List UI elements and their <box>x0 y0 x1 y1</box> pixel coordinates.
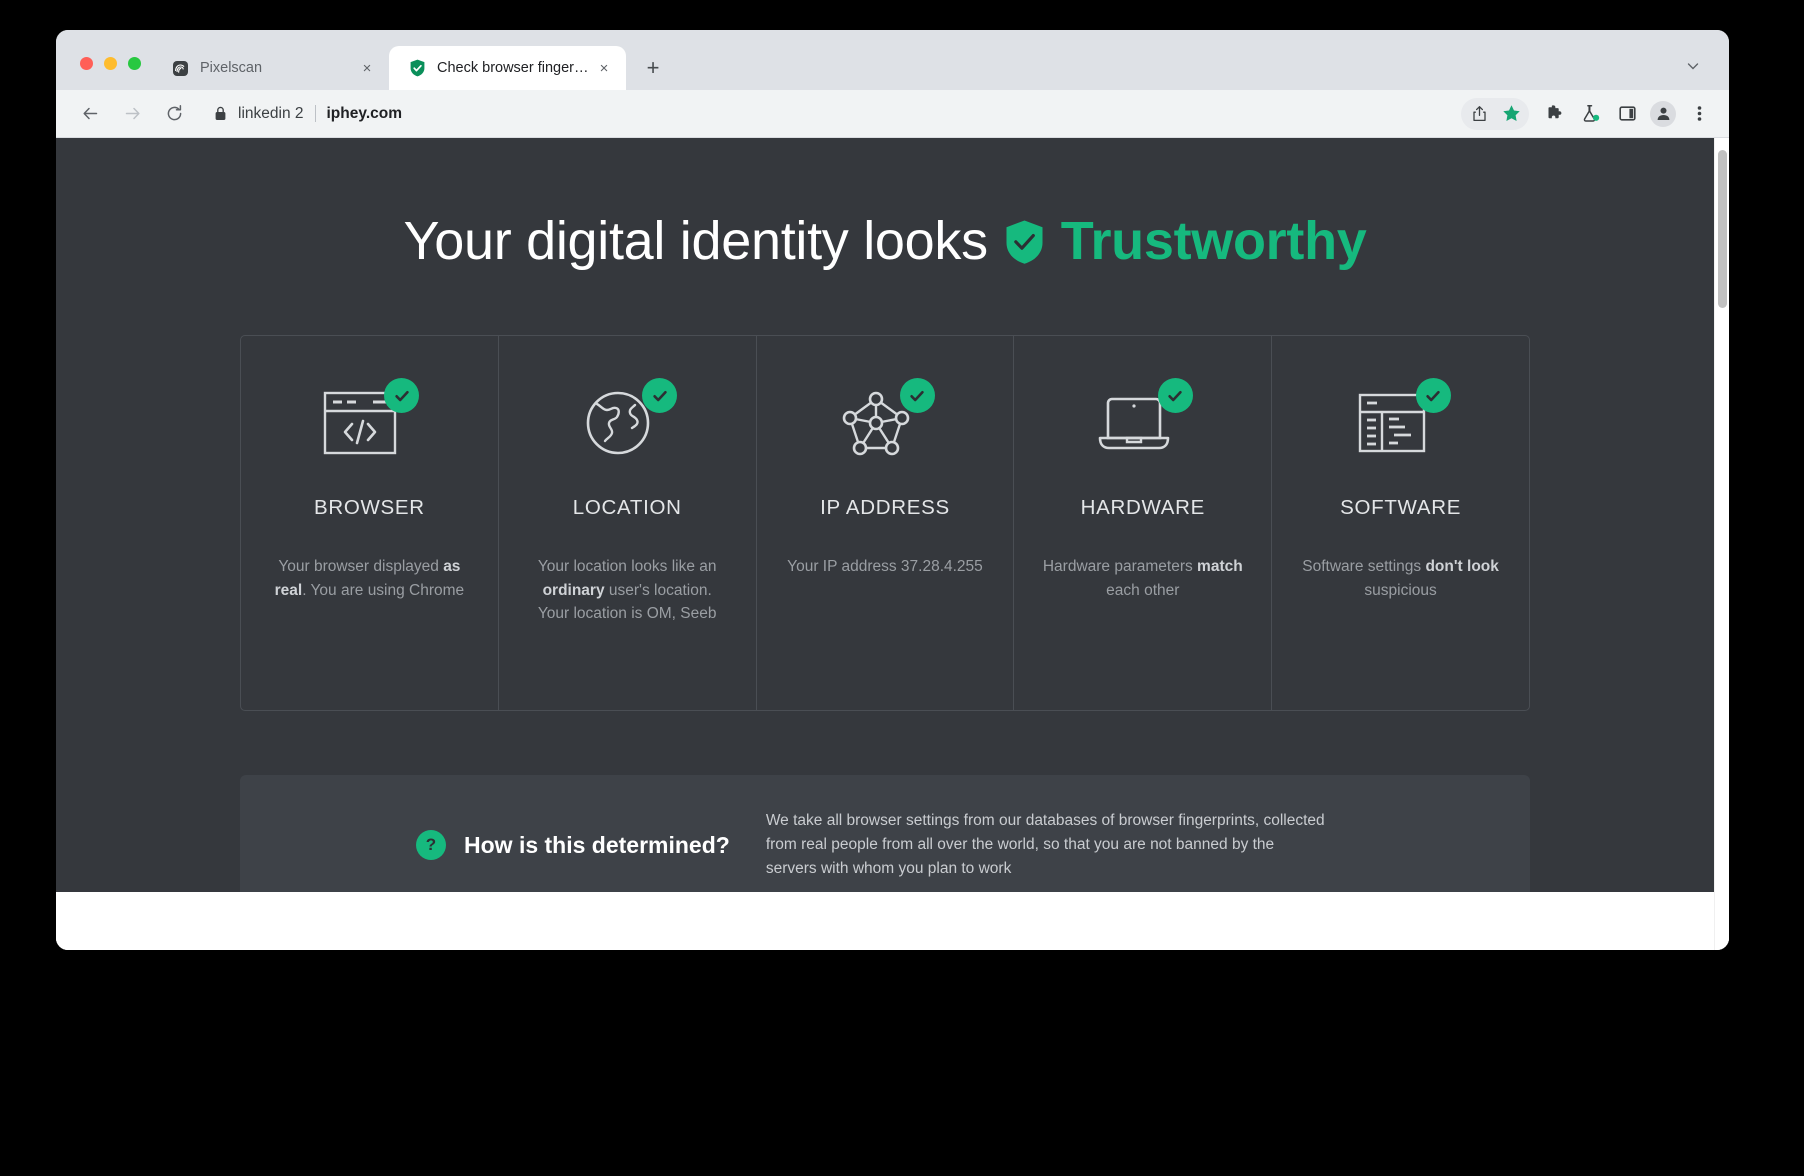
card-icon <box>579 378 678 466</box>
url-separator <box>314 105 316 122</box>
share-icon[interactable] <box>1463 98 1495 130</box>
desc-text: Software settings <box>1302 558 1426 576</box>
card-icon <box>837 378 935 466</box>
check-circle-icon <box>1415 378 1451 414</box>
check-circle-icon <box>642 378 678 414</box>
shield-check-icon <box>409 59 426 77</box>
tab-strip: Pixelscan × Check browser fingerprints ×… <box>56 30 1729 90</box>
card-description: Hardware parameters match each other <box>1043 555 1243 602</box>
question-mark-icon: ? <box>416 830 446 861</box>
card-title: BROWSER <box>313 496 425 520</box>
chevron-down-icon[interactable] <box>1683 56 1703 76</box>
card-title: HARDWARE <box>1080 496 1205 520</box>
card-software[interactable]: SOFTWARE Software settings don't look su… <box>1272 336 1529 710</box>
desc-text: Hardware parameters <box>1042 558 1198 576</box>
page-bottom-strip <box>56 892 1714 950</box>
lab-flask-icon[interactable] <box>1575 98 1607 130</box>
verdict-label: Trustworthy <box>1060 211 1367 271</box>
close-tab-button[interactable]: × <box>594 58 614 78</box>
minimize-window-button[interactable] <box>104 57 117 70</box>
card-browser[interactable]: BROWSER Your browser displayed as real. … <box>241 336 499 711</box>
back-button[interactable] <box>74 98 106 130</box>
page-title: Your digital identity looks Trustworthy <box>403 211 1367 271</box>
page-scrollbar[interactable] <box>1714 138 1729 950</box>
desc-emphasis: ordinary <box>542 581 605 599</box>
tab-list: Pixelscan × Check browser fingerprints ×… <box>152 46 670 90</box>
reload-button[interactable] <box>158 98 190 130</box>
close-tab-button[interactable]: × <box>357 58 377 78</box>
desc-emphasis: match <box>1197 558 1243 576</box>
card-description: Your IP address 37.28.4.255 <box>787 558 983 576</box>
pixelscan-icon <box>172 60 189 77</box>
check-circle-icon <box>384 378 420 414</box>
address-bar[interactable]: linkedin 2 iphey.com <box>200 99 1453 129</box>
card-title: IP ADDRESS <box>820 496 950 520</box>
side-panel-icon[interactable] <box>1611 98 1643 130</box>
card-hardware[interactable]: HARDWARE Hardware parameters match each … <box>1014 336 1273 711</box>
shield-check-icon <box>1006 220 1043 264</box>
extensions-puzzle-icon[interactable] <box>1539 98 1571 130</box>
share-bookmark-pill <box>1461 97 1529 130</box>
lock-icon <box>214 106 227 121</box>
hero-prefix: Your digital identity looks <box>403 211 989 271</box>
profile-avatar-icon[interactable] <box>1647 98 1679 130</box>
bookmark-star-icon[interactable] <box>1495 98 1527 130</box>
card-icon <box>1353 378 1451 466</box>
forward-button[interactable] <box>116 98 148 130</box>
url-host: iphey.com <box>326 104 403 122</box>
tab-check-browser-fingerprints[interactable]: Check browser fingerprints × <box>389 46 626 90</box>
card-description: Your location looks like an ordinary use… <box>527 555 727 625</box>
card-title: LOCATION <box>572 496 682 520</box>
more-menu-icon[interactable] <box>1683 98 1715 130</box>
desc-text: suspicious <box>1364 581 1437 599</box>
info-title: How is this determined? <box>464 831 730 858</box>
desc-text: . You are using Chrome <box>302 581 465 599</box>
tab-title: Pixelscan <box>200 60 263 76</box>
card-icon <box>1095 378 1193 466</box>
card-location[interactable]: LOCATION Your location looks like an ord… <box>499 336 757 711</box>
tab-title: Check browser fingerprints <box>437 60 594 76</box>
check-circle-icon <box>1157 378 1193 414</box>
browser-toolbar: linkedin 2 iphey.com <box>56 90 1729 138</box>
url-profile-label: linkedin 2 <box>238 104 304 122</box>
card-description: Software settings don't look suspicious <box>1301 555 1501 602</box>
how-determined-heading: ? How is this determined? <box>280 830 730 861</box>
browser-window: Pixelscan × Check browser fingerprints ×… <box>56 30 1729 950</box>
card-ip-address[interactable]: IP ADDRESS Your IP address 37.28.4.255 <box>757 336 1015 711</box>
scrollbar-thumb[interactable] <box>1718 150 1727 308</box>
verdict: Trustworthy <box>1004 211 1367 271</box>
desc-text: Your browser displayed <box>278 558 444 576</box>
toolbar-actions <box>1461 97 1715 130</box>
card-description: Your browser displayed as real. You are … <box>269 555 469 602</box>
tab-pixelscan[interactable]: Pixelscan × <box>152 46 389 90</box>
hero-section: Your digital identity looks Trustworthy <box>56 138 1714 271</box>
check-circle-icon <box>899 378 935 414</box>
card-title: SOFTWARE <box>1340 496 1462 520</box>
desc-emphasis: don't look <box>1425 558 1499 576</box>
desc-text: Your location looks like an <box>537 558 717 576</box>
status-card-row: BROWSER Your browser displayed as real. … <box>240 335 1530 712</box>
info-description: We take all browser settings from our da… <box>765 812 1325 878</box>
card-icon <box>321 378 420 466</box>
avatar <box>1650 100 1676 127</box>
close-window-button[interactable] <box>80 57 93 70</box>
maximize-window-button[interactable] <box>128 57 141 70</box>
page-viewport: Your digital identity looks Trustworthy <box>56 138 1729 950</box>
new-tab-button[interactable]: + <box>636 51 670 85</box>
iphey-page: Your digital identity looks Trustworthy <box>56 138 1714 916</box>
window-traffic-lights <box>80 57 141 70</box>
desc-text: each other <box>1106 581 1180 599</box>
